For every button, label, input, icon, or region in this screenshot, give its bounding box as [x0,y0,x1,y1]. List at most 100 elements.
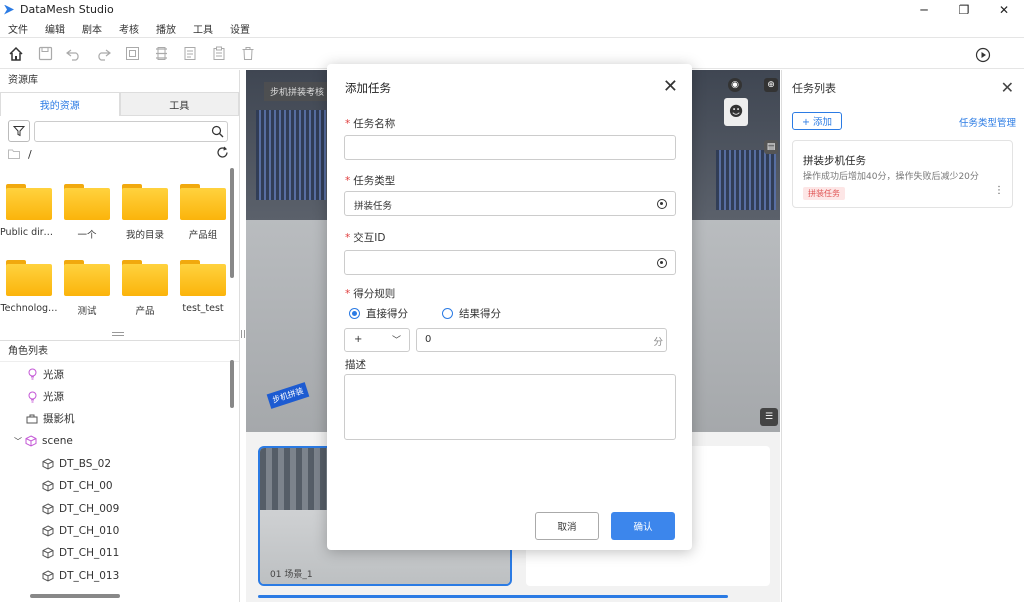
close-window-button[interactable]: ✕ [984,0,1024,19]
vertical-splitter[interactable] [241,330,245,338]
operator-select[interactable]: + ﹀ [344,328,410,352]
search-icon[interactable] [211,125,224,138]
close-icon[interactable]: ✕ [1001,78,1014,97]
title-bar: DataMesh Studio ─ ❐ ✕ [0,0,1024,19]
view-gizmo-icon[interactable]: ☻ [724,98,748,126]
task-name-label: * 任务名称 [345,118,396,130]
cancel-button[interactable]: 取消 [535,512,599,540]
task-name-field[interactable] [344,135,676,160]
maximize-button[interactable]: ❐ [944,0,984,19]
folder-item[interactable]: 一个 [58,182,116,252]
folder-item[interactable]: Technolog… [0,258,58,328]
more-options-icon[interactable]: ⋮ [994,185,1004,196]
tree-item-camera[interactable]: 摄影机 [0,408,230,430]
minimize-button[interactable]: ─ [904,0,944,19]
horizontal-scrollbar[interactable] [30,594,120,598]
menu-assessment[interactable]: 考核 [119,21,139,36]
chevron-down-icon[interactable]: ﹀ [14,436,22,447]
compass-icon[interactable]: ◉ [728,78,742,92]
task-type-select[interactable]: 拼装任务 [344,191,676,216]
folder-icon [64,260,110,296]
roles-list-header: 角色列表 [0,340,239,362]
copy-icon[interactable] [122,44,142,64]
score-value: 0 [425,334,432,345]
cube-icon [25,435,37,447]
role-tree: 光源 光源 摄影机 ﹀ scene DT_BS_02 DT_CH_00 DT_C… [0,363,230,587]
tree-item-light[interactable]: 光源 [0,385,230,407]
task-name-input[interactable] [345,136,645,159]
tab-tools[interactable]: 工具 [119,92,239,116]
folder-item[interactable]: test_test [174,258,232,328]
operator-value: + [354,334,363,345]
list-menu-icon[interactable]: ☰ [760,408,778,426]
folder-item[interactable]: 测试 [58,258,116,328]
task-name: 拼装步机任务 [803,155,866,167]
play-icon[interactable] [973,45,993,65]
menu-play[interactable]: 播放 [156,21,176,36]
task-card[interactable]: 拼装步机任务 操作成功后增加40分，操作失败后减少20分 拼装任务 ⋮ [792,140,1013,208]
tree-item-model[interactable]: DT_BS_02 [0,453,230,475]
refresh-icon[interactable] [216,146,229,159]
align-icon[interactable] [151,44,171,64]
cube-outline-icon [42,525,54,537]
lightbulb-icon [26,391,38,403]
description-textarea[interactable] [344,374,676,440]
dialog-title: 添加任务 [345,81,391,95]
confirm-button[interactable]: 确认 [611,512,675,540]
view-toggle-icon[interactable]: ⊕ [764,78,778,92]
menu-tools[interactable]: 工具 [193,21,213,36]
redo-icon[interactable] [93,44,113,64]
viewport-title-label: 步机拼装考核 [264,82,331,101]
target-icon[interactable] [657,199,667,209]
menu-file[interactable]: 文件 [8,21,28,36]
tab-my-resources[interactable]: 我的资源 [0,92,120,116]
task-type-manage-link[interactable]: 任务类型管理 [959,115,1016,129]
interact-id-label: * 交互ID [345,232,386,244]
dialog-close-icon[interactable]: ✕ [663,76,678,97]
tree-scrollbar[interactable] [230,360,234,408]
resource-scrollbar[interactable] [230,168,234,278]
folder-item[interactable]: 我的目录 [116,182,174,252]
panel-splitter[interactable] [112,332,124,336]
tree-item-model[interactable]: DT_CH_011 [0,542,230,564]
tree-item-light[interactable]: 光源 [0,363,230,385]
task-type-value: 拼装任务 [354,201,393,212]
radio-direct-score[interactable] [349,308,360,319]
interact-id-field[interactable] [344,250,676,275]
undo-icon[interactable] [64,44,84,64]
folder-item[interactable]: 产品组 [174,182,232,252]
filter-button[interactable] [8,120,30,142]
add-task-button[interactable]: + 添加 [792,112,842,130]
trash-icon[interactable] [238,44,258,64]
target-icon[interactable] [657,258,667,268]
interact-id-input[interactable] [345,251,645,274]
menu-script[interactable]: 剧本 [82,21,102,36]
keyboard-icon[interactable]: ▤ [764,140,778,154]
tree-item-label: 摄影机 [43,413,75,426]
resource-search-input[interactable] [35,121,205,141]
description-label: 描述 [345,359,366,371]
scene-scrollbar[interactable] [258,595,728,598]
folder-item[interactable]: 产品 [116,258,174,328]
home-icon[interactable] [6,44,26,64]
tree-item-model[interactable]: DT_CH_013 [0,565,230,587]
score-input[interactable]: 0 分 [416,328,667,352]
menu-edit[interactable]: 编辑 [45,21,65,36]
folder-label: Public direc… [0,227,58,238]
save-icon[interactable] [35,44,55,64]
tree-item-scene[interactable]: ﹀ scene [0,430,230,452]
radio-result-label: 结果得分 [459,308,501,320]
folder-label: test_test [182,303,224,314]
app-logo-icon [4,4,14,15]
folder-label: 我的目录 [125,230,164,241]
resource-search[interactable] [34,120,228,142]
folder-item[interactable]: Public direc… [0,182,58,252]
tree-item-model[interactable]: DT_CH_010 [0,520,230,542]
cube-outline-icon [42,570,54,582]
tree-item-model[interactable]: DT_CH_009 [0,497,230,519]
radio-result-score[interactable] [442,308,453,319]
menu-settings[interactable]: 设置 [230,21,250,36]
tree-item-model[interactable]: DT_CH_00 [0,475,230,497]
document-icon[interactable] [180,44,200,64]
clipboard-icon[interactable] [209,44,229,64]
